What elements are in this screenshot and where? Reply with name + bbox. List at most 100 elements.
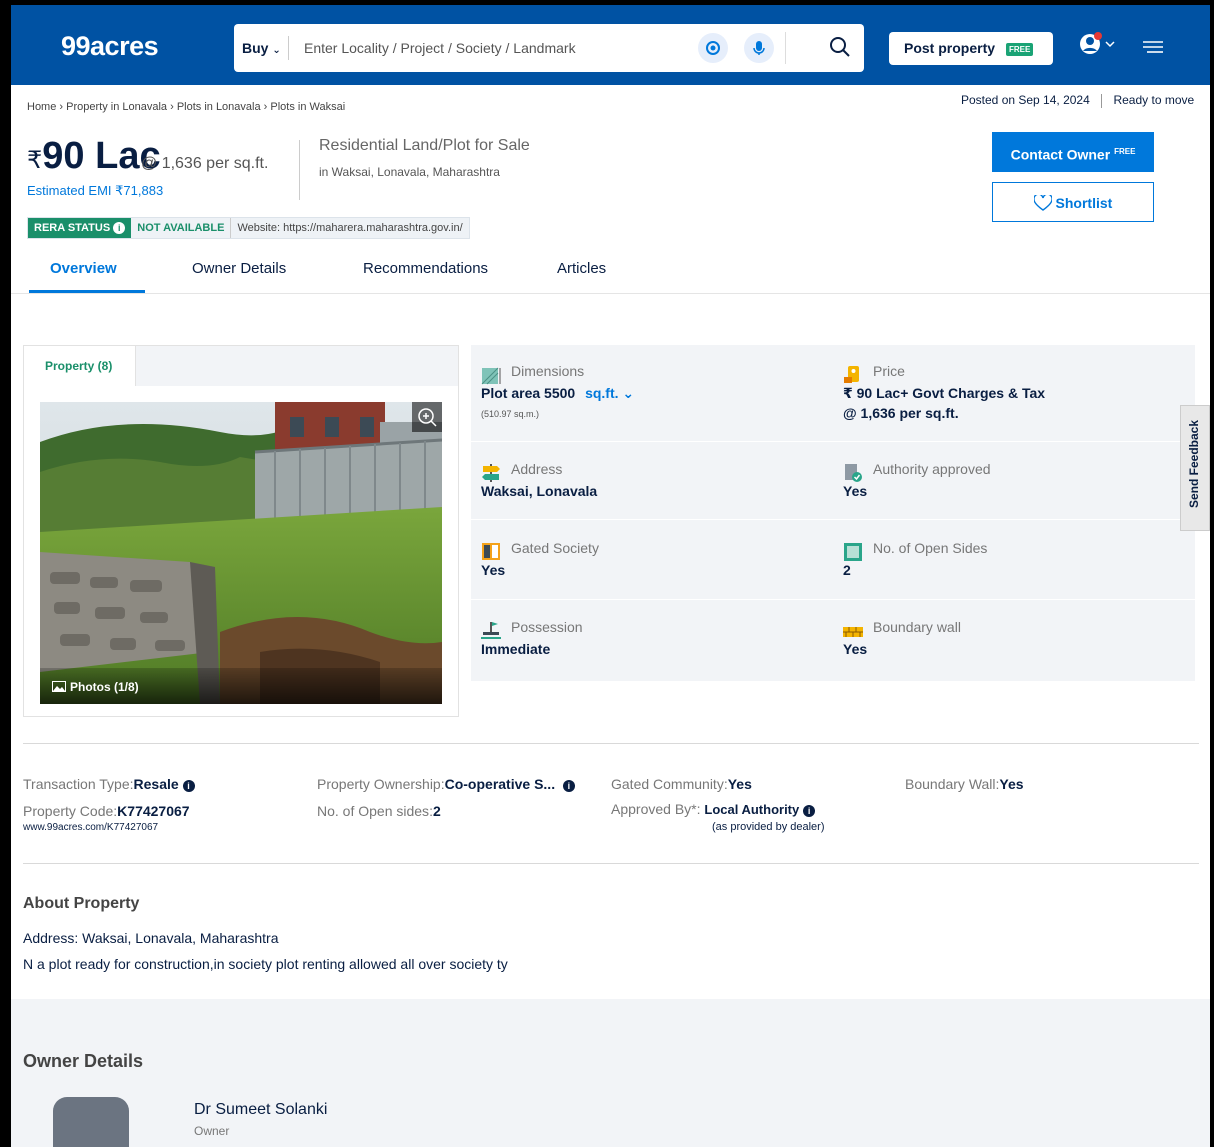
divider — [299, 140, 300, 200]
about-address: Address: Waksai, Lonavala, Maharashtra — [23, 930, 279, 946]
property-code-url[interactable]: www.99acres.com/K77427067 — [23, 822, 158, 833]
user-menu[interactable] — [1078, 29, 1122, 64]
post-property-label: Post property — [904, 40, 996, 56]
chevron-down-icon: ⌄ — [272, 45, 281, 56]
divider — [471, 519, 1195, 520]
approved-by-note: (as provided by dealer) — [712, 821, 825, 833]
breadcrumb-item[interactable]: Plots in Lonavala — [177, 101, 261, 113]
info-icon[interactable]: i — [113, 222, 126, 234]
unit-label: sq.ft. — [585, 385, 619, 401]
search-input[interactable]: Enter Locality / Project / Society / Lan… — [304, 40, 576, 56]
divider — [785, 32, 786, 64]
breadcrumb-item[interactable]: Plots in Waksai — [270, 101, 345, 113]
property-ownership: Property Ownership:Co-operative S... i — [317, 776, 575, 792]
about-description: N a plot ready for construction,in socie… — [23, 956, 508, 972]
divider — [23, 863, 1199, 864]
rera-status-bar: RERA STATUS i NOT AVAILABLE Website: https… — [27, 217, 470, 239]
shortlist-button[interactable]: Shortlist — [992, 182, 1154, 222]
location-icon[interactable] — [698, 33, 728, 63]
price-label: Price — [873, 363, 905, 379]
page-frame: 99acres Buy ⌄ Enter Locality / Project /… — [0, 0, 1214, 1147]
breadcrumb: Home › Property in Lonavala › Plots in L… — [27, 101, 346, 113]
open-sides-summary: No. of Open sides:2 — [317, 803, 441, 819]
divider — [471, 441, 1195, 442]
free-badge: FREE — [1006, 43, 1034, 56]
address-label: Address — [511, 461, 563, 477]
post-property-button[interactable]: Post property FREE — [889, 32, 1053, 65]
posted-info: Posted on Sep 14, 2024 Ready to move — [961, 93, 1194, 108]
microphone-icon[interactable] — [744, 33, 774, 63]
hamburger-menu-icon[interactable] — [1143, 39, 1163, 60]
divider — [1101, 93, 1103, 108]
open-sides-summary-value: 2 — [432, 803, 441, 819]
tab-owner-details[interactable]: Owner Details — [192, 260, 286, 277]
boundary-wall-summary: Boundary Wall:Yes — [905, 776, 1024, 792]
plot-area-value: Plot area 5500 — [481, 385, 576, 401]
estimated-emi-link[interactable]: Estimated EMI ₹71,883 — [27, 183, 163, 199]
owner-name: Dr Sumeet Solanki — [194, 1101, 328, 1118]
gated-community: Gated Community:Yes — [611, 776, 752, 792]
possession-label: Possession — [511, 619, 583, 635]
dimensions-sqm: (510.97 sq.m.) — [481, 409, 540, 419]
boundary-wall-summary-value: Yes — [999, 776, 1024, 792]
breadcrumb-item[interactable]: Home — [27, 101, 56, 113]
transaction-type: Transaction Type:Resale i — [23, 776, 195, 792]
authority-label: Authority approved — [873, 461, 991, 477]
contact-owner-label: Contact Owner — [1010, 146, 1111, 163]
send-feedback-label: Send Feedback — [1187, 419, 1201, 508]
approved-by-value: Local Authority — [704, 802, 800, 817]
owner-avatar — [53, 1097, 129, 1147]
price-detail-value: ₹ 90 Lac+ Govt Charges & Tax — [843, 385, 1046, 401]
tab-overview[interactable]: Overview — [50, 260, 117, 277]
zoom-icon[interactable] — [412, 402, 442, 432]
open-sides-value: 2 — [843, 562, 851, 578]
ownership-label: Property Ownership — [317, 776, 441, 792]
rera-website-link[interactable]: Website: https://maharera.maharashtra.go… — [230, 218, 468, 238]
property-location: in Waksai, Lonavala, Maharashtra — [319, 165, 500, 179]
rera-status-value: NOT AVAILABLE — [137, 222, 225, 234]
info-icon[interactable]: i — [182, 780, 195, 792]
about-property-heading: About Property — [23, 895, 140, 912]
property-photo[interactable]: Photos (1/8) — [40, 402, 442, 704]
gated-community-label: Gated Community — [611, 776, 724, 792]
info-icon[interactable]: i — [562, 780, 575, 792]
posted-date: Posted on Sep 14, 2024 — [961, 93, 1090, 107]
contact-owner-button[interactable]: Contact Owner FREE — [992, 132, 1154, 172]
heart-icon — [1032, 193, 1053, 211]
photo-count: Photos (1/8) — [70, 680, 139, 694]
buy-dropdown[interactable]: Buy ⌄ — [242, 40, 281, 56]
gated-society-label: Gated Society — [511, 540, 599, 556]
info-icon[interactable]: i — [803, 805, 816, 817]
unit-dropdown[interactable]: sq.ft. ⌄ — [585, 385, 634, 401]
site-logo[interactable]: 99acres — [61, 31, 159, 62]
tab-recommendations[interactable]: Recommendations — [363, 260, 488, 277]
divider — [23, 743, 1199, 744]
approved-by-label: Approved By* — [611, 801, 697, 817]
price-per-sqft: @ 1,636 per sq.ft. — [141, 155, 269, 172]
address-value: Waksai, Lonavala — [481, 483, 598, 499]
tab-articles[interactable]: Articles — [557, 260, 606, 277]
boundary-wall-value: Yes — [843, 641, 868, 657]
chevron-down-icon: ⌄ — [622, 385, 635, 401]
dimensions-label: Dimensions — [511, 363, 585, 379]
ownership-value: Co-operative S... — [444, 776, 556, 792]
send-feedback-tab[interactable]: Send Feedback — [1180, 405, 1210, 531]
divider — [471, 599, 1195, 600]
photo-caption[interactable]: Photos (1/8) — [40, 668, 442, 704]
top-header: 99acres Buy ⌄ Enter Locality / Project /… — [11, 5, 1210, 85]
free-badge: FREE — [1114, 147, 1136, 156]
tabs-divider — [11, 293, 1210, 294]
search-icon[interactable] — [828, 35, 852, 64]
owner-details-section: Owner Details Dr Sumeet Solanki Owner — [11, 999, 1210, 1147]
price-per-sqft-value: @ 1,636 per sq.ft. — [843, 405, 959, 421]
buy-label: Buy — [242, 40, 269, 56]
gallery-tab-property[interactable]: Property (8) — [24, 346, 136, 386]
authority-value: Yes — [843, 483, 868, 499]
breadcrumb-item[interactable]: Property in Lonavala — [66, 101, 167, 113]
divider — [288, 36, 289, 60]
boundary-wall-summary-label: Boundary Wall — [905, 776, 996, 792]
gated-community-value: Yes — [727, 776, 752, 792]
transaction-type-value: Resale — [133, 776, 179, 792]
property-code-value: K77427067 — [117, 803, 190, 819]
ready-status: Ready to move — [1113, 93, 1195, 107]
